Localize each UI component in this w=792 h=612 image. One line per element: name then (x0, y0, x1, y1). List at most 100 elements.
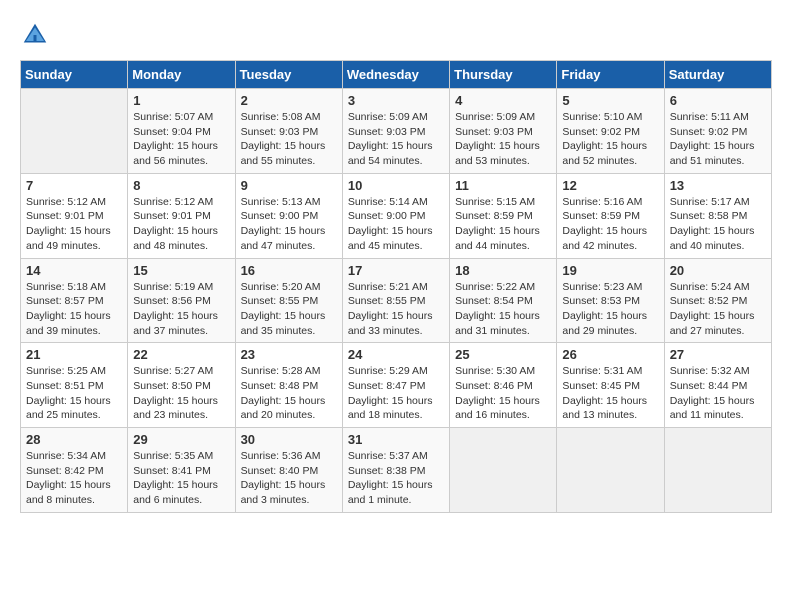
day-number: 23 (241, 347, 337, 362)
calendar-body: 1 Sunrise: 5:07 AMSunset: 9:04 PMDaylight… (21, 89, 772, 513)
day-number: 22 (133, 347, 229, 362)
calendar-week-row: 21 Sunrise: 5:25 AMSunset: 8:51 PMDayligh… (21, 343, 772, 428)
calendar-cell: 22 Sunrise: 5:27 AMSunset: 8:50 PMDayligh… (128, 343, 235, 428)
day-info: Sunrise: 5:27 AMSunset: 8:50 PMDaylight:… (133, 364, 229, 423)
day-number: 13 (670, 178, 766, 193)
calendar-cell: 16 Sunrise: 5:20 AMSunset: 8:55 PMDayligh… (235, 258, 342, 343)
calendar-week-row: 14 Sunrise: 5:18 AMSunset: 8:57 PMDayligh… (21, 258, 772, 343)
day-number: 16 (241, 263, 337, 278)
calendar-cell: 18 Sunrise: 5:22 AMSunset: 8:54 PMDayligh… (450, 258, 557, 343)
calendar-cell: 28Sunrise: 5:34 AMSunset: 8:42 PMDayligh… (21, 428, 128, 513)
day-info: Sunrise: 5:22 AMSunset: 8:54 PMDaylight:… (455, 280, 551, 339)
calendar-cell: 31 Sunrise: 5:37 AMSunset: 8:38 PMDayligh… (342, 428, 449, 513)
day-info: Sunrise: 5:28 AMSunset: 8:48 PMDaylight:… (241, 364, 337, 423)
day-info: Sunrise: 5:08 AMSunset: 9:03 PMDaylight:… (241, 110, 337, 169)
day-info: Sunrise: 5:09 AMSunset: 9:03 PMDaylight:… (455, 110, 551, 169)
day-info: Sunrise: 5:37 AMSunset: 8:38 PMDaylight:… (348, 449, 444, 508)
day-info: Sunrise: 5:17 AMSunset: 8:58 PMDaylight:… (670, 195, 766, 254)
day-info: Sunrise: 5:18 AMSunset: 8:57 PMDaylight:… (26, 280, 122, 339)
calendar-cell: 2 Sunrise: 5:08 AMSunset: 9:03 PMDaylight… (235, 89, 342, 174)
calendar-cell: 4Sunrise: 5:09 AMSunset: 9:03 PMDaylight… (450, 89, 557, 174)
day-info: Sunrise: 5:34 AMSunset: 8:42 PMDaylight:… (26, 449, 122, 508)
calendar-week-row: 7Sunrise: 5:12 AMSunset: 9:01 PMDaylight… (21, 173, 772, 258)
day-number: 20 (670, 263, 766, 278)
day-number: 2 (241, 93, 337, 108)
day-number: 31 (348, 432, 444, 447)
day-number: 6 (670, 93, 766, 108)
logo (20, 20, 54, 50)
day-number: 8 (133, 178, 229, 193)
calendar-cell: 20Sunrise: 5:24 AMSunset: 8:52 PMDayligh… (664, 258, 771, 343)
weekday-header-tuesday: Tuesday (235, 61, 342, 89)
calendar-cell: 23 Sunrise: 5:28 AMSunset: 8:48 PMDayligh… (235, 343, 342, 428)
calendar-cell: 3 Sunrise: 5:09 AMSunset: 9:03 PMDaylight… (342, 89, 449, 174)
day-info: Sunrise: 5:30 AMSunset: 8:46 PMDaylight:… (455, 364, 551, 423)
page-header (20, 20, 772, 50)
calendar-cell: 11 Sunrise: 5:15 AMSunset: 8:59 PMDayligh… (450, 173, 557, 258)
weekday-header-thursday: Thursday (450, 61, 557, 89)
day-number: 19 (562, 263, 658, 278)
day-info: Sunrise: 5:29 AMSunset: 8:47 PMDaylight:… (348, 364, 444, 423)
day-info: Sunrise: 5:20 AMSunset: 8:55 PMDaylight:… (241, 280, 337, 339)
calendar-cell: 21 Sunrise: 5:25 AMSunset: 8:51 PMDayligh… (21, 343, 128, 428)
calendar-cell (664, 428, 771, 513)
calendar-cell: 8 Sunrise: 5:12 AMSunset: 9:01 PMDaylight… (128, 173, 235, 258)
logo-icon (20, 20, 50, 50)
calendar-cell: 15Sunrise: 5:19 AMSunset: 8:56 PMDayligh… (128, 258, 235, 343)
calendar-cell: 7Sunrise: 5:12 AMSunset: 9:01 PMDaylight… (21, 173, 128, 258)
calendar-cell: 13 Sunrise: 5:17 AMSunset: 8:58 PMDayligh… (664, 173, 771, 258)
weekday-header-friday: Friday (557, 61, 664, 89)
day-number: 30 (241, 432, 337, 447)
calendar-week-row: 28Sunrise: 5:34 AMSunset: 8:42 PMDayligh… (21, 428, 772, 513)
day-info: Sunrise: 5:16 AMSunset: 8:59 PMDaylight:… (562, 195, 658, 254)
weekday-header-wednesday: Wednesday (342, 61, 449, 89)
calendar-cell: 27Sunrise: 5:32 AMSunset: 8:44 PMDayligh… (664, 343, 771, 428)
day-number: 11 (455, 178, 551, 193)
day-info: Sunrise: 5:35 AMSunset: 8:41 PMDaylight:… (133, 449, 229, 508)
day-info: Sunrise: 5:07 AMSunset: 9:04 PMDaylight:… (133, 110, 229, 169)
calendar-header: SundayMondayTuesdayWednesdayThursdayFrid… (21, 61, 772, 89)
day-info: Sunrise: 5:25 AMSunset: 8:51 PMDaylight:… (26, 364, 122, 423)
calendar-cell: 24 Sunrise: 5:29 AMSunset: 8:47 PMDayligh… (342, 343, 449, 428)
day-info: Sunrise: 5:12 AMSunset: 9:01 PMDaylight:… (26, 195, 122, 254)
calendar-cell: 29Sunrise: 5:35 AMSunset: 8:41 PMDayligh… (128, 428, 235, 513)
day-number: 21 (26, 347, 122, 362)
day-number: 26 (562, 347, 658, 362)
day-number: 10 (348, 178, 444, 193)
day-info: Sunrise: 5:15 AMSunset: 8:59 PMDaylight:… (455, 195, 551, 254)
day-number: 14 (26, 263, 122, 278)
day-info: Sunrise: 5:32 AMSunset: 8:44 PMDaylight:… (670, 364, 766, 423)
calendar-cell: 14 Sunrise: 5:18 AMSunset: 8:57 PMDayligh… (21, 258, 128, 343)
calendar-cell (557, 428, 664, 513)
day-info: Sunrise: 5:11 AMSunset: 9:02 PMDaylight:… (670, 110, 766, 169)
day-info: Sunrise: 5:13 AMSunset: 9:00 PMDaylight:… (241, 195, 337, 254)
calendar-cell: 5 Sunrise: 5:10 AMSunset: 9:02 PMDaylight… (557, 89, 664, 174)
day-number: 17 (348, 263, 444, 278)
day-number: 25 (455, 347, 551, 362)
calendar-week-row: 1 Sunrise: 5:07 AMSunset: 9:04 PMDaylight… (21, 89, 772, 174)
calendar-cell (450, 428, 557, 513)
calendar-cell: 26 Sunrise: 5:31 AMSunset: 8:45 PMDayligh… (557, 343, 664, 428)
day-info: Sunrise: 5:19 AMSunset: 8:56 PMDaylight:… (133, 280, 229, 339)
calendar-table: SundayMondayTuesdayWednesdayThursdayFrid… (20, 60, 772, 513)
day-number: 24 (348, 347, 444, 362)
day-number: 1 (133, 93, 229, 108)
weekday-header-row: SundayMondayTuesdayWednesdayThursdayFrid… (21, 61, 772, 89)
day-info: Sunrise: 5:36 AMSunset: 8:40 PMDaylight:… (241, 449, 337, 508)
day-info: Sunrise: 5:23 AMSunset: 8:53 PMDaylight:… (562, 280, 658, 339)
day-number: 5 (562, 93, 658, 108)
day-info: Sunrise: 5:09 AMSunset: 9:03 PMDaylight:… (348, 110, 444, 169)
day-number: 9 (241, 178, 337, 193)
day-number: 3 (348, 93, 444, 108)
day-info: Sunrise: 5:10 AMSunset: 9:02 PMDaylight:… (562, 110, 658, 169)
weekday-header-sunday: Sunday (21, 61, 128, 89)
calendar-cell: 30 Sunrise: 5:36 AMSunset: 8:40 PMDayligh… (235, 428, 342, 513)
weekday-header-monday: Monday (128, 61, 235, 89)
day-info: Sunrise: 5:31 AMSunset: 8:45 PMDaylight:… (562, 364, 658, 423)
calendar-cell: 25 Sunrise: 5:30 AMSunset: 8:46 PMDayligh… (450, 343, 557, 428)
calendar-cell: 9 Sunrise: 5:13 AMSunset: 9:00 PMDaylight… (235, 173, 342, 258)
day-info: Sunrise: 5:12 AMSunset: 9:01 PMDaylight:… (133, 195, 229, 254)
calendar-cell: 12Sunrise: 5:16 AMSunset: 8:59 PMDayligh… (557, 173, 664, 258)
calendar-cell: 10Sunrise: 5:14 AMSunset: 9:00 PMDayligh… (342, 173, 449, 258)
day-number: 18 (455, 263, 551, 278)
